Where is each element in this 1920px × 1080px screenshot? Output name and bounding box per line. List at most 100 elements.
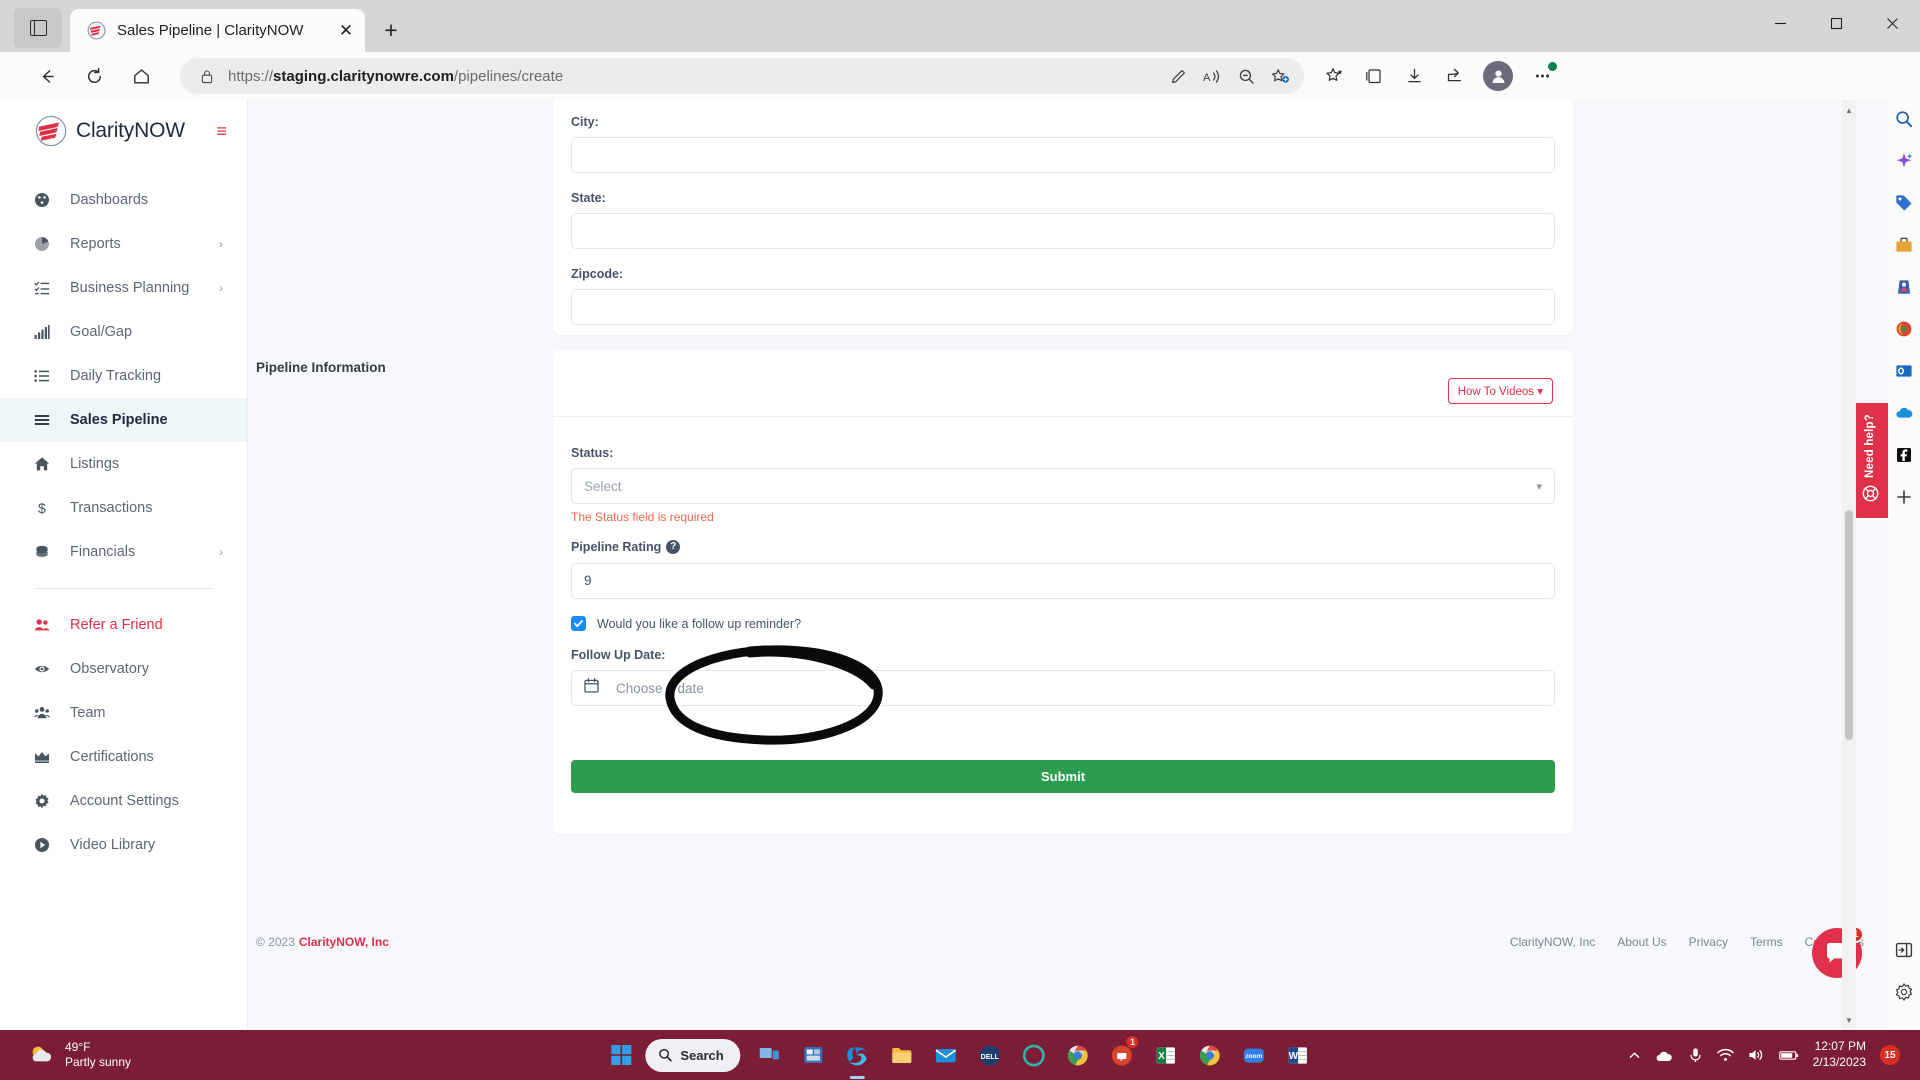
- sidebar-item-goal-gap[interactable]: Goal/Gap: [0, 310, 247, 354]
- footer-link-terms[interactable]: Terms: [1750, 935, 1783, 949]
- reload-button[interactable]: [75, 57, 113, 95]
- maximize-window-button[interactable]: [1808, 0, 1864, 46]
- calendar-icon[interactable]: [584, 678, 600, 698]
- taskbar-app-task-view[interactable]: [751, 1036, 789, 1074]
- volume-icon[interactable]: [1748, 1048, 1765, 1062]
- taskbar-app-notification-app[interactable]: 1: [1103, 1035, 1141, 1074]
- taskbar-clock[interactable]: 12:07 PM 2/13/2023: [1813, 1039, 1866, 1070]
- taskbar-app-chrome[interactable]: [1191, 1036, 1229, 1074]
- footer-link-claritynow[interactable]: ClarityNOW, Inc: [1510, 935, 1595, 949]
- follow-up-reminder-checkbox[interactable]: [571, 616, 586, 631]
- sidebar-item-sales-pipeline[interactable]: Sales Pipeline: [0, 398, 247, 442]
- sidebar-item-dashboards[interactable]: Dashboards: [0, 178, 247, 222]
- sidebar-item-transactions[interactable]: $ Transactions: [0, 486, 247, 530]
- status-error-message: The Status field is required: [571, 510, 714, 524]
- taskbar-app-mail[interactable]: [927, 1036, 965, 1074]
- taskbar-app-zoom[interactable]: zoom: [1235, 1036, 1273, 1074]
- taskbar-app-word[interactable]: W: [1279, 1036, 1317, 1074]
- tray-overflow-chevron-icon[interactable]: [1628, 1049, 1641, 1062]
- sidebar-item-business-planning[interactable]: Business Planning ›: [0, 266, 247, 310]
- help-tooltip-icon[interactable]: ?: [666, 539, 681, 554]
- close-tab-icon[interactable]: ✕: [333, 18, 359, 44]
- profile-avatar[interactable]: [1483, 61, 1513, 91]
- scroll-down-arrow-icon[interactable]: ▼: [1842, 1012, 1856, 1028]
- office-icon[interactable]: [1890, 315, 1918, 343]
- onedrive-icon[interactable]: [1890, 399, 1918, 427]
- sidebar-item-video-library[interactable]: Video Library: [0, 823, 247, 867]
- sidebar-item-label: Financials: [70, 544, 136, 560]
- games-icon[interactable]: [1890, 273, 1918, 301]
- sidebar-item-listings[interactable]: Listings: [0, 442, 247, 486]
- edit-pen-icon[interactable]: [1162, 60, 1194, 92]
- taskbar-app-file-explorer[interactable]: [883, 1036, 921, 1074]
- sidebar-item-refer-a-friend[interactable]: Refer a Friend: [0, 603, 247, 647]
- sidebar-item-certifications[interactable]: Certifications: [0, 735, 247, 779]
- home-button[interactable]: [122, 57, 160, 95]
- sidebar-item-observatory[interactable]: Observatory: [0, 647, 247, 691]
- wifi-icon[interactable]: [1716, 1048, 1734, 1062]
- taskbar-app-excel[interactable]: X: [1147, 1036, 1185, 1074]
- footer-link-about-us[interactable]: About Us: [1617, 935, 1666, 949]
- taskbar-app-dell[interactable]: DELL: [971, 1036, 1009, 1074]
- follow-up-reminder-label: Would you like a follow up reminder?: [597, 616, 802, 631]
- notification-count-badge[interactable]: 15: [1880, 1045, 1900, 1065]
- pipeline-rating-input[interactable]: [571, 562, 1555, 599]
- sidebar-item-team[interactable]: Team: [0, 691, 247, 735]
- add-app-icon[interactable]: [1890, 483, 1918, 511]
- downloads-icon[interactable]: [1394, 57, 1434, 95]
- copilot-icon[interactable]: [1890, 147, 1918, 175]
- scroll-up-arrow-icon[interactable]: ▲: [1842, 102, 1856, 118]
- rail-settings-gear-icon[interactable]: [1890, 978, 1918, 1006]
- address-bar-url: https://staging.claritynowre.com/pipelin…: [228, 67, 564, 85]
- shopping-tag-icon[interactable]: [1890, 189, 1918, 217]
- browser-tab[interactable]: Sales Pipeline | ClarityNOW ✕: [70, 9, 365, 52]
- follow-up-reminder-checkbox-row[interactable]: Would you like a follow up reminder?: [571, 616, 1555, 631]
- share-icon[interactable]: [1434, 57, 1474, 95]
- taskbar-app-microsoft-edge[interactable]: [839, 1036, 877, 1074]
- taskbar-search-box[interactable]: Search: [645, 1038, 741, 1072]
- start-button[interactable]: [603, 1037, 639, 1073]
- collections-icon[interactable]: [1354, 57, 1394, 95]
- zipcode-input[interactable]: [571, 289, 1555, 325]
- page-scrollbar-thumb[interactable]: [1845, 510, 1853, 740]
- microphone-icon[interactable]: [1688, 1047, 1703, 1063]
- close-window-button[interactable]: [1864, 0, 1920, 46]
- taskbar-app-widgets[interactable]: [795, 1036, 833, 1074]
- taskbar-app-chrome-beta[interactable]: [1059, 1036, 1097, 1074]
- expand-sidebar-icon[interactable]: [1890, 936, 1918, 964]
- facebook-icon[interactable]: [1890, 441, 1918, 469]
- footer-links: ClarityNOW, Inc About Us Privacy Terms C…: [1510, 935, 1864, 949]
- zoom-out-icon[interactable]: [1230, 60, 1262, 92]
- sidebar-item-reports[interactable]: Reports ›: [0, 222, 247, 266]
- follow-up-date-input[interactable]: Choose a date: [571, 670, 1555, 706]
- browser-settings-more-button[interactable]: [1522, 57, 1562, 95]
- add-favorite-icon[interactable]: [1264, 60, 1296, 92]
- minimize-window-button[interactable]: [1752, 0, 1808, 46]
- sidebar-item-daily-tracking[interactable]: Daily Tracking: [0, 354, 247, 398]
- search-icon[interactable]: [1890, 105, 1918, 133]
- outlook-icon[interactable]: [1890, 357, 1918, 385]
- browser-sidebar-toggle-button[interactable]: [14, 8, 62, 48]
- read-aloud-icon[interactable]: A: [1196, 60, 1228, 92]
- site-security-lock-icon[interactable]: [196, 69, 218, 84]
- new-tab-button[interactable]: +: [374, 13, 408, 47]
- state-input[interactable]: [571, 213, 1555, 249]
- need-help-tab[interactable]: Need help?: [1852, 403, 1888, 518]
- taskbar-app-teams-classic[interactable]: [1015, 1036, 1053, 1074]
- sidebar-item-financials[interactable]: Financials ›: [0, 530, 247, 574]
- page-scrollbar[interactable]: ▲ ▼: [1842, 100, 1856, 1030]
- sidebar-item-account-settings[interactable]: Account Settings: [0, 779, 247, 823]
- status-select[interactable]: Select ▾: [571, 468, 1555, 504]
- sidebar-collapse-button[interactable]: ≡: [216, 122, 227, 140]
- city-input[interactable]: [571, 137, 1555, 173]
- onedrive-tray-icon[interactable]: [1655, 1048, 1674, 1063]
- submit-button[interactable]: Submit: [571, 760, 1555, 793]
- back-button[interactable]: [28, 57, 66, 95]
- how-to-videos-button[interactable]: How To Videos ▾: [1447, 378, 1553, 404]
- tools-icon[interactable]: [1890, 231, 1918, 259]
- footer-link-privacy[interactable]: Privacy: [1689, 935, 1728, 949]
- battery-icon[interactable]: [1778, 1049, 1799, 1062]
- favorites-icon[interactable]: [1314, 57, 1354, 95]
- address-bar[interactable]: https://staging.claritynowre.com/pipelin…: [180, 58, 1304, 94]
- taskbar-weather-widget[interactable]: 49°F Partly sunny: [28, 1040, 131, 1070]
